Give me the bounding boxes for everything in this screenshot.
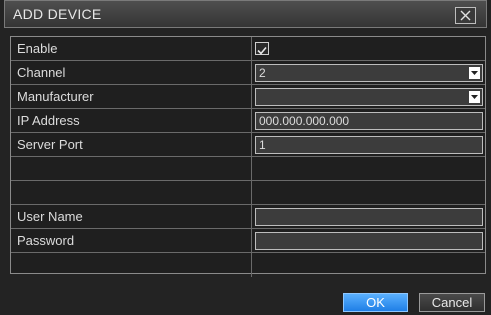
channel-label: Channel (17, 65, 66, 80)
enable-label: Enable (17, 41, 58, 56)
device-form: Enable Channel 2 Manufacturer IP Address… (10, 36, 486, 277)
form-row-enable: Enable (11, 37, 485, 61)
form-row-user-name: User Name (11, 205, 485, 229)
chevron-down-icon[interactable] (469, 67, 480, 79)
manufacturer-select[interactable] (255, 88, 483, 106)
cancel-button[interactable]: Cancel (419, 293, 485, 312)
form-row-empty (11, 253, 485, 277)
ip-address-field[interactable]: 000.000.000.000 (255, 112, 483, 130)
server-port-label: Server Port (17, 137, 83, 152)
checkmark-icon (257, 46, 267, 55)
ok-button[interactable]: OK (343, 293, 408, 312)
form-row-password: Password (11, 229, 485, 253)
password-field[interactable] (255, 232, 483, 250)
dialog-title: ADD DEVICE (13, 6, 102, 22)
user-name-label: User Name (17, 209, 83, 224)
ip-address-label: IP Address (17, 113, 80, 128)
chevron-down-icon[interactable] (469, 91, 480, 103)
add-device-dialog: ADD DEVICE Enable Channel 2 Manufacturer… (0, 0, 491, 315)
form-row-empty (11, 181, 485, 205)
channel-value: 2 (259, 66, 266, 80)
channel-select[interactable]: 2 (255, 64, 483, 82)
form-row-ip-address: IP Address 000.000.000.000 (11, 109, 485, 133)
close-icon (460, 10, 471, 21)
manufacturer-label: Manufacturer (17, 89, 94, 104)
user-name-field[interactable] (255, 208, 483, 226)
password-label: Password (17, 233, 75, 248)
enable-checkbox[interactable] (255, 42, 269, 55)
form-row-server-port: Server Port 1 (11, 133, 485, 157)
close-button[interactable] (455, 7, 476, 24)
form-row-channel: Channel 2 (11, 61, 485, 85)
server-port-field[interactable]: 1 (255, 136, 483, 154)
dialog-titlebar: ADD DEVICE (4, 0, 487, 28)
form-row-empty (11, 157, 485, 181)
form-row-manufacturer: Manufacturer (11, 85, 485, 109)
